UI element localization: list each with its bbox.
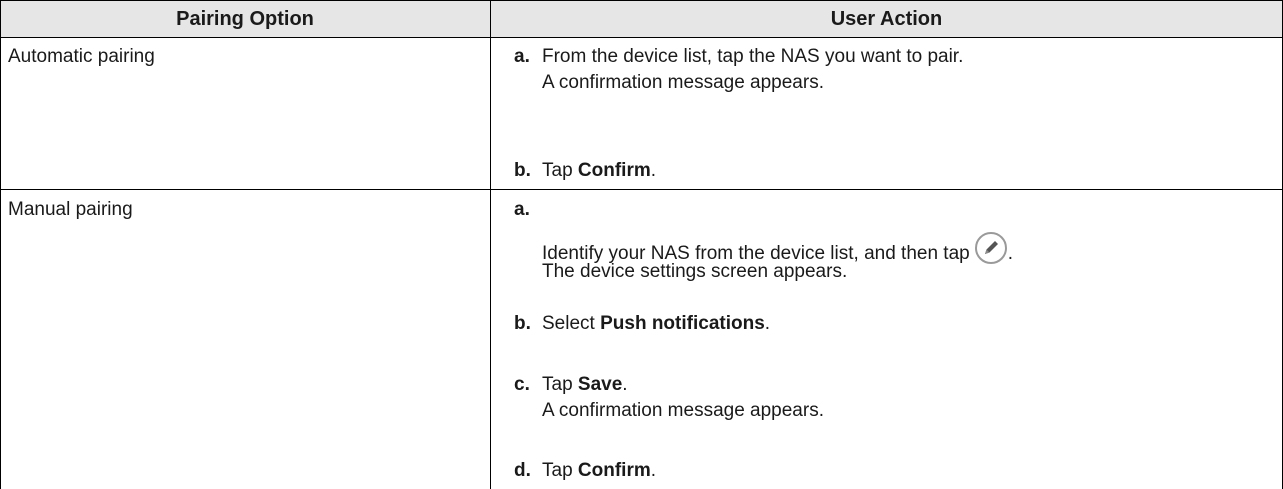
column-divider (490, 0, 491, 489)
header-label: User Action (830, 8, 943, 30)
step-text: Tap Confirm. (542, 460, 657, 481)
option-manual-pairing: Manual pairing (8, 199, 133, 220)
step-result: The device settings screen appears. (542, 261, 848, 282)
pairing-options-table: Pairing Option User Action Automatic pai… (0, 0, 1283, 489)
header-user-action: User Action (490, 0, 1283, 38)
ui-term: Confirm (577, 460, 651, 481)
step-text: Tap Save. (542, 374, 628, 395)
step-result: A confirmation message appears. (542, 400, 824, 421)
step-text: From the device list, tap the NAS you wa… (542, 46, 964, 67)
step-label: a. (514, 46, 530, 67)
step-result: A confirmation message appears. (542, 72, 824, 93)
step-label: a. (514, 199, 530, 220)
step-text: Tap Confirm. (542, 160, 657, 181)
header-pairing-option: Pairing Option (0, 0, 490, 38)
row-divider (0, 189, 1283, 190)
ui-term: Push notifications (600, 313, 765, 334)
step-label: b. (514, 313, 531, 334)
step-text: Select Push notifications. (542, 313, 771, 334)
option-automatic-pairing: Automatic pairing (8, 46, 155, 67)
step-label: d. (514, 460, 531, 481)
ui-term: Confirm (577, 160, 651, 181)
edit-pencil-icon (974, 231, 1008, 273)
step-label: c. (514, 374, 530, 395)
header-label: Pairing Option (176, 8, 314, 30)
step-label: b. (514, 160, 531, 181)
table-border-left (0, 0, 1, 489)
ui-term: Save (577, 374, 623, 395)
